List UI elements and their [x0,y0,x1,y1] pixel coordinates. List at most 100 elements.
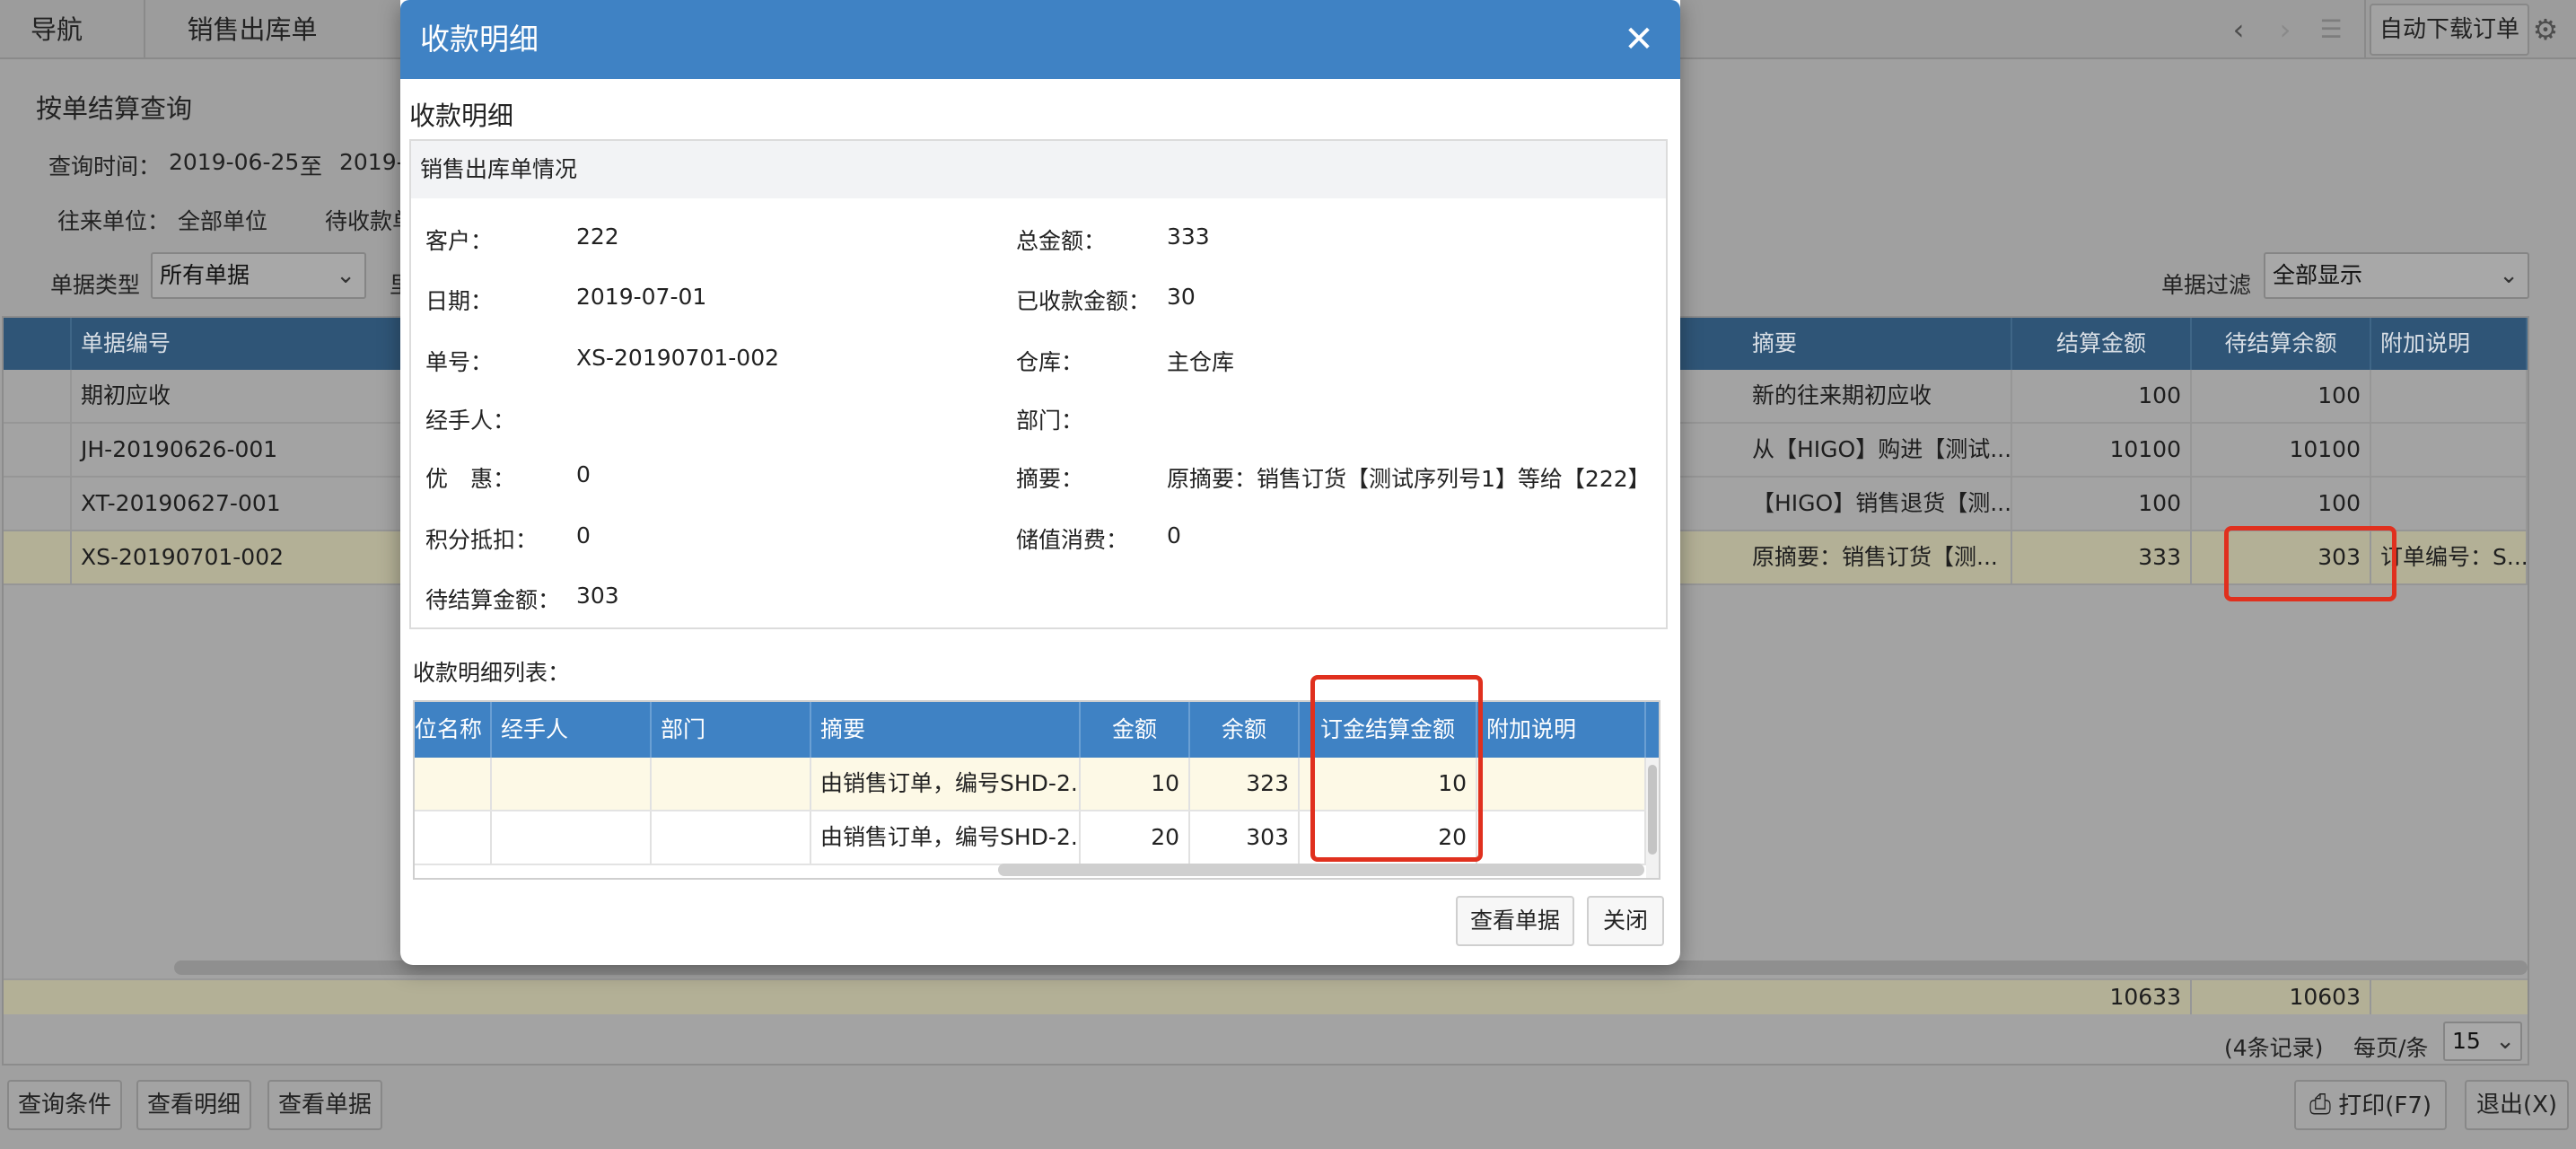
partner-label: 往来单位： [57,208,171,234]
view-detail-button[interactable]: 查看明细 [136,1080,251,1130]
total-label: 总金额： [1016,228,1107,254]
row-note [2371,424,2528,476]
grid-header-settle[interactable]: 结算金额 [2012,318,2192,370]
dept-label: 部门： [1016,408,1084,434]
row-summary: 由销售订单，编号SHD-2... [811,811,1081,864]
close-button[interactable]: 关闭 [1587,896,1664,946]
chevron-down-icon: ⌄ [2495,1028,2515,1055]
grid-header-doc-no[interactable]: 单据编号 [72,318,404,370]
vertical-scrollbar[interactable] [1646,758,1659,878]
chevron-down-icon: ⌄ [2499,262,2519,289]
row-note [2371,478,2528,530]
col-handler[interactable]: 经手人 [492,702,652,758]
dialog-header: 收款明细 ✕ [400,0,1680,79]
row-balance: 303 [1190,811,1300,864]
per-page-select[interactable]: 15 ⌄ [2443,1022,2522,1061]
doc-no-value: XS-20190701-002 [576,345,780,371]
grid-header-pending[interactable]: 待结算余额 [2192,318,2371,370]
date-from[interactable]: 2019-06-25 [169,149,299,175]
row-note [2371,370,2528,422]
row-pending: 100 [2192,478,2371,530]
total-value: 333 [1167,224,1210,250]
row-summary: 由销售订单，编号SHD-2... [811,758,1081,810]
row-summary: 从【HIGO】购进【测试... [1743,424,2012,476]
grid-total-row: 10633 10603 [4,978,2528,1014]
summary-value: 原摘要：销售订货【测试序列号1】等给【222】: [1167,466,1652,492]
col-dept[interactable]: 部门 [652,702,811,758]
summary-label: 摘要： [1016,466,1084,492]
close-icon[interactable]: ✕ [1619,20,1659,59]
dialog-title: 收款明细 [420,22,539,57]
record-count: (4条记录) [2224,1035,2324,1061]
printer-icon: ⎙ [2309,1089,2331,1120]
row-summary: 【HIGO】销售退货【测... [1743,478,2012,530]
doc-type-select[interactable]: 所有单据 ⌄ [151,252,366,299]
query-conditions-button[interactable]: 查询条件 [7,1080,122,1130]
tab-nav[interactable]: 导航 [0,0,113,59]
filter-select[interactable]: 全部显示 ⌄ [2264,252,2529,299]
date-to[interactable]: 2019-0 [339,149,400,175]
warehouse-value: 主仓库 [1167,349,1235,375]
print-label: 打印(F7) [2338,1092,2432,1119]
payment-detail-dialog: 收款明细 ✕ 收款明细 销售出库单情况 客户： 222 总金额： 333 日期：… [400,0,1680,965]
chevron-right-icon[interactable]: › [2268,13,2302,47]
row-doc-no: XS-20190701-002 [72,531,404,583]
chevron-left-icon[interactable]: ‹ [2221,13,2256,47]
col-unit[interactable]: 位名称 [415,702,492,758]
pending-amount-label: 待结算金额： [425,587,561,613]
doc-no-label: 单号： [425,349,494,375]
sales-out-panel: 销售出库单情况 客户： 222 总金额： 333 日期： 2019-07-01 … [409,139,1668,629]
date-value: 2019-07-01 [576,284,707,310]
customer-label: 客户： [425,228,494,254]
auto-download-button[interactable]: 自动下载订单 [2370,4,2529,56]
row-amount: 20 [1081,811,1190,864]
total-pending: 10603 [2192,980,2371,1014]
doc-type-value: 所有单据 [160,262,250,288]
per-page-value: 15 [2452,1028,2481,1054]
grid-header-index [4,318,72,370]
list-icon[interactable]: ☰ [2314,13,2348,47]
col-note[interactable]: 附加说明 [1477,702,1646,758]
stored-value: 0 [1167,522,1181,548]
discount-value: 0 [576,461,591,487]
received-value: 30 [1167,284,1196,310]
row-summary: 新的往来期初应收 [1743,370,2012,422]
highlight-pending-303 [2224,526,2396,601]
detail-list-label: 收款明细列表： [413,660,571,686]
handler-label: 经手人： [425,408,516,434]
stored-label: 储值消费： [1016,527,1129,553]
row-summary: 原摘要：销售订货【测... [1743,531,2012,583]
grid-header-note[interactable]: 附加说明 [2371,318,2528,370]
highlight-deposit-column [1310,675,1483,862]
pending-amount-value: 303 [576,583,619,609]
partner-value[interactable]: 全部单位 [178,204,267,236]
doc-type-label: 单据类型 [50,272,141,298]
page-title: 按单结算查询 [36,93,193,124]
grid-header-summary[interactable]: 摘要 [1743,318,2012,370]
chevron-down-icon: ⌄ [336,262,355,289]
customer-value: 222 [576,224,619,250]
cut-label: 里 [390,268,400,300]
row-balance: 323 [1190,758,1300,810]
col-amount[interactable]: 金额 [1081,702,1190,758]
date-to-label: 至 [300,153,323,180]
row-pending: 100 [2192,370,2371,422]
view-document-button[interactable]: 查看单据 [1456,896,1574,946]
col-summary[interactable]: 摘要 [811,702,1081,758]
panel-title: 销售出库单情况 [411,141,1666,198]
filter-label: 单据过滤 [2161,272,2252,298]
col-balance[interactable]: 余额 [1190,702,1300,758]
print-button[interactable]: ⎙ 打印(F7) [2294,1080,2447,1130]
row-settle: 333 [2012,531,2192,583]
exit-button[interactable]: 退出(X) [2465,1080,2569,1130]
per-page-label: 每页/条 [2353,1035,2429,1061]
gear-icon[interactable]: ⚙ [2528,13,2563,47]
row-settle: 100 [2012,478,2192,530]
view-doc-button[interactable]: 查看单据 [267,1080,382,1130]
warehouse-label: 仓库： [1016,349,1084,375]
filter-value: 全部显示 [2273,262,2363,288]
horizontal-scrollbar[interactable] [998,864,1644,876]
row-amount: 10 [1081,758,1190,810]
tab-sales-out[interactable]: 销售出库单 [158,0,346,59]
date-label: 日期： [425,288,494,314]
